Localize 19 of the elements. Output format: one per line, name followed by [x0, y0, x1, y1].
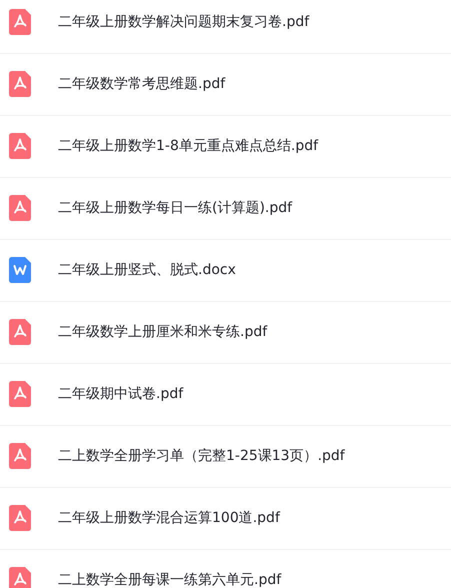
file-name[interactable]: 二年级数学上册厘米和米专练.pdf: [58, 323, 268, 341]
pdf-file-icon: [9, 195, 31, 221]
pdf-file-icon: [9, 71, 31, 97]
file-name[interactable]: 二上数学全册学习单（完整1-25课13页）.pdf: [58, 447, 345, 465]
file-name[interactable]: 二上数学全册每课一练第六单元.pdf: [58, 571, 282, 588]
file-name[interactable]: 二年级上册竖式、脱式.docx: [58, 261, 236, 279]
file-name[interactable]: 二年级上册数学每日一练(计算题).pdf: [58, 199, 292, 217]
pdf-file-icon: [9, 319, 31, 345]
word-file-icon: [9, 257, 31, 283]
file-name[interactable]: 二年级期中试卷.pdf: [58, 385, 184, 403]
file-name[interactable]: 二年级上册数学解决问题期末复习卷.pdf: [58, 13, 310, 31]
file-name[interactable]: 二年级上册数学混合运算100道.pdf: [58, 509, 280, 527]
pdf-file-icon: [9, 505, 31, 531]
pdf-file-icon: [9, 443, 31, 469]
pdf-file-icon: [9, 381, 31, 407]
pdf-file-icon: [9, 133, 31, 159]
pdf-file-icon: [9, 9, 31, 35]
file-name[interactable]: 二年级上册数学1-8单元重点难点总结.pdf: [58, 137, 318, 155]
file-name[interactable]: 二年级数学常考思维题.pdf: [58, 75, 226, 93]
